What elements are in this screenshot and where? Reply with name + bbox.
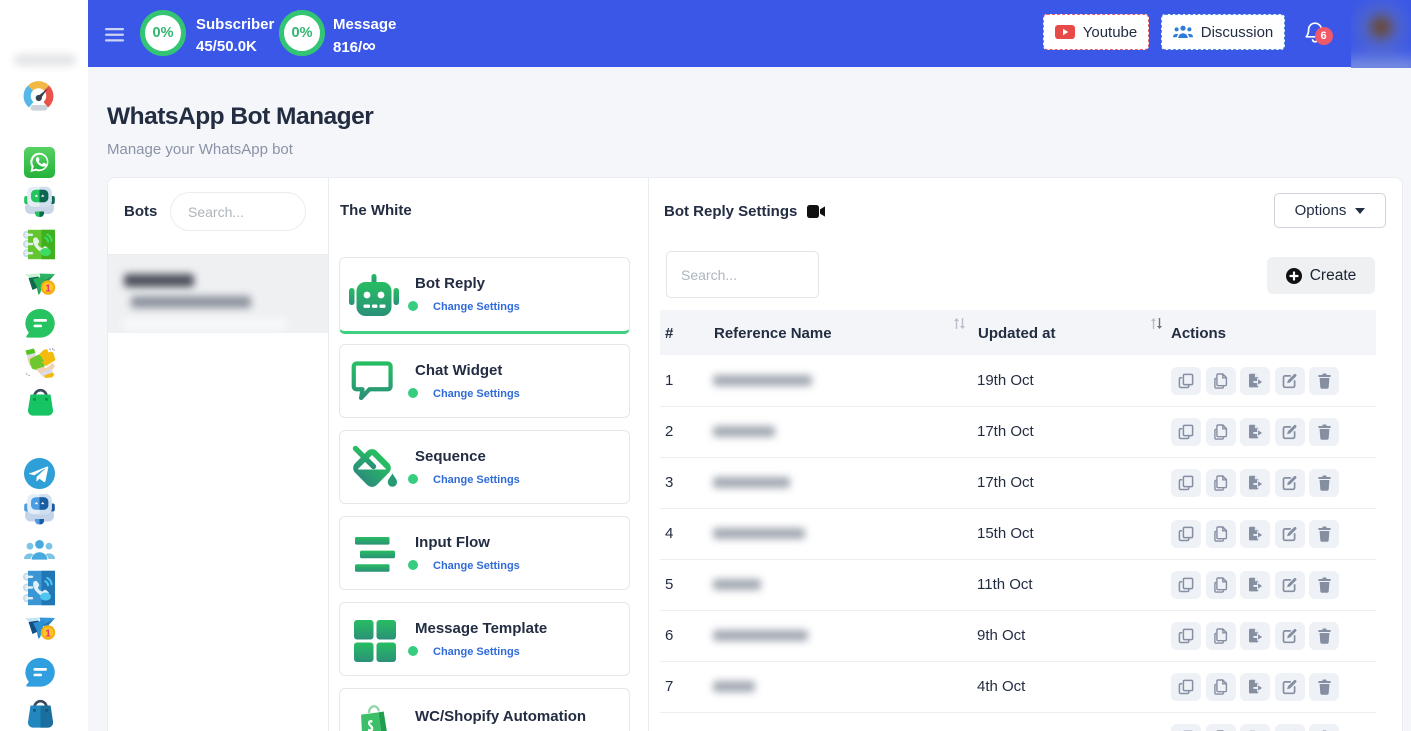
svg-text:1: 1 <box>45 283 51 294</box>
svg-text:1: 1 <box>45 628 51 639</box>
